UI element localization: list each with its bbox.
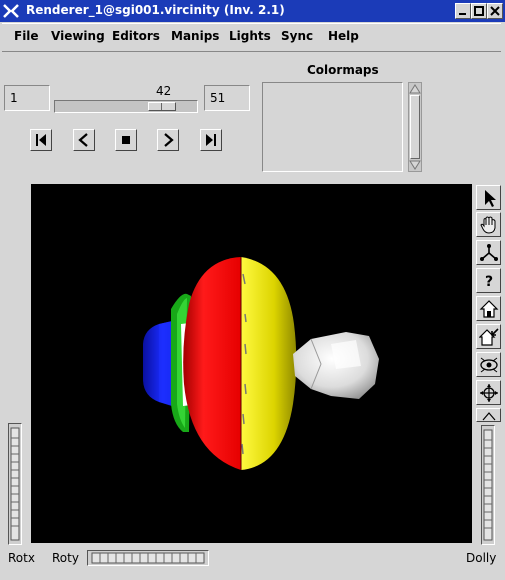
renderer-window: Renderer_1@sgi001.vircinity (Inv. 2.1) F… (0, 0, 505, 580)
white-crystal (293, 332, 379, 399)
step-back-icon (78, 133, 88, 147)
menu-lights[interactable]: Lights (229, 29, 271, 43)
first-frame-icon (36, 134, 46, 146)
perspective-icon (482, 412, 496, 421)
start-frame-field[interactable]: 1 (4, 85, 50, 111)
colormaps-scrollbar[interactable] (408, 82, 422, 172)
view-button[interactable] (476, 212, 501, 237)
menu-editors[interactable]: Editors (112, 29, 160, 43)
set-home-icon (479, 328, 499, 346)
set-home-button[interactable] (476, 324, 501, 349)
step-forward-button[interactable] (157, 129, 179, 151)
close-icon (490, 6, 500, 16)
dolly-label: Dolly (466, 551, 497, 565)
scroll-down-icon[interactable] (409, 160, 421, 170)
rotx-wheel[interactable] (8, 423, 22, 545)
menu-bar: File Viewing Editors Manips Lights Sync … (2, 23, 501, 52)
menu-viewing[interactable]: Viewing (51, 29, 105, 43)
maximize-button[interactable] (471, 3, 487, 19)
minimize-button[interactable] (455, 3, 471, 19)
end-frame-field[interactable]: 51 (204, 85, 250, 111)
dolly-wheel-grooves (483, 429, 493, 541)
svg-text:?: ? (485, 274, 493, 290)
close-button[interactable] (487, 3, 503, 19)
frame-slider[interactable] (54, 100, 198, 113)
help-button[interactable]: ? (476, 268, 501, 293)
maximize-icon (474, 6, 484, 16)
dolly-wheel[interactable] (481, 425, 495, 545)
home-icon (479, 300, 499, 318)
view-hand-icon (480, 216, 496, 234)
view-all-icon (480, 357, 498, 373)
first-frame-button[interactable] (30, 129, 52, 151)
seek-target-button[interactable] (476, 380, 501, 405)
last-frame-icon (206, 134, 216, 146)
minimize-icon (459, 13, 466, 15)
window-menu-icon[interactable] (2, 2, 20, 20)
scroll-up-icon[interactable] (409, 84, 421, 94)
menu-help[interactable]: Help (328, 29, 359, 43)
red-half (183, 257, 241, 470)
view-all-button[interactable] (476, 352, 501, 377)
seek-target-icon (480, 384, 498, 402)
rotx-label: Rotx (8, 551, 35, 565)
rotx-wheel-grooves (10, 427, 20, 541)
stop-button[interactable] (115, 129, 137, 151)
rendered-geometry (143, 257, 379, 470)
roty-wheel[interactable] (87, 550, 209, 566)
perspective-button[interactable] (476, 408, 501, 422)
menu-sync[interactable]: Sync (281, 29, 313, 43)
seek-icon (480, 244, 498, 261)
home-button[interactable] (476, 296, 501, 321)
seek-button[interactable] (476, 240, 501, 265)
3d-viewport[interactable] (31, 184, 472, 543)
yellow-half (241, 257, 297, 470)
last-frame-button[interactable] (200, 129, 222, 151)
window-title: Renderer_1@sgi001.vircinity (Inv. 2.1) (26, 3, 285, 17)
pick-arrow-icon (485, 190, 496, 207)
colormaps-label: Colormaps (307, 63, 379, 77)
menu-manips[interactable]: Manips (171, 29, 219, 43)
stop-icon (122, 136, 130, 144)
pick-button[interactable] (476, 185, 501, 210)
scrollbar-thumb[interactable] (410, 95, 420, 159)
current-frame-label: 42 (156, 84, 172, 98)
roty-label: Roty (52, 551, 79, 565)
frame-slider-thumb[interactable] (148, 102, 176, 111)
step-forward-icon (164, 133, 174, 147)
menu-file[interactable]: File (14, 29, 39, 43)
step-back-button[interactable] (73, 129, 95, 151)
roty-wheel-grooves (91, 552, 205, 564)
title-bar[interactable]: Renderer_1@sgi001.vircinity (Inv. 2.1) (0, 0, 505, 22)
help-icon: ? (485, 274, 493, 290)
colormaps-list[interactable] (262, 82, 403, 172)
